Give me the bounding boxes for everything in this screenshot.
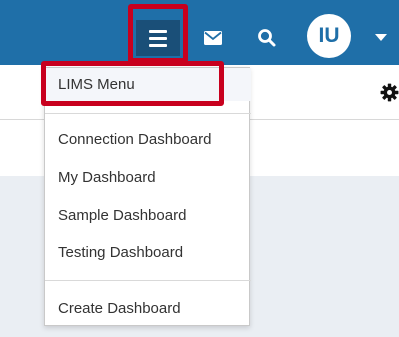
- hamburger-menu-icon: [149, 30, 167, 33]
- menu-item-sample-dashboard[interactable]: Sample Dashboard: [45, 197, 251, 233]
- menu-item-my-dashboard[interactable]: My Dashboard: [45, 159, 251, 195]
- chevron-down-icon[interactable]: [375, 34, 387, 41]
- user-avatar[interactable]: IU: [307, 14, 351, 58]
- avatar-initials: IU: [318, 24, 340, 47]
- menu-dropdown: LIMS Menu Connection Dashboard My Dashbo…: [44, 67, 251, 326]
- menu-item-label: Testing Dashboard: [58, 243, 184, 261]
- menu-item-connection-dashboard[interactable]: Connection Dashboard: [45, 121, 251, 157]
- menu-item-create-dashboard[interactable]: Create Dashboard: [45, 290, 251, 326]
- menu-item-label: LIMS Menu: [58, 76, 135, 93]
- menu-item-label: Create Dashboard: [58, 299, 181, 317]
- menu-divider: [45, 113, 251, 114]
- hamburger-menu-button[interactable]: [136, 20, 180, 56]
- menu-item-label: Connection Dashboard: [58, 130, 212, 148]
- envelope-icon[interactable]: [204, 31, 222, 50]
- menu-item-lims-menu[interactable]: LIMS Menu: [45, 68, 251, 101]
- search-icon[interactable]: [257, 28, 277, 53]
- top-navbar: IU: [0, 0, 399, 65]
- menu-item-testing-dashboard[interactable]: Testing Dashboard: [45, 234, 251, 270]
- menu-item-label: Sample Dashboard: [58, 206, 187, 224]
- menu-divider: [45, 280, 251, 281]
- gear-icon[interactable]: [380, 83, 399, 107]
- menu-item-label: My Dashboard: [58, 168, 156, 186]
